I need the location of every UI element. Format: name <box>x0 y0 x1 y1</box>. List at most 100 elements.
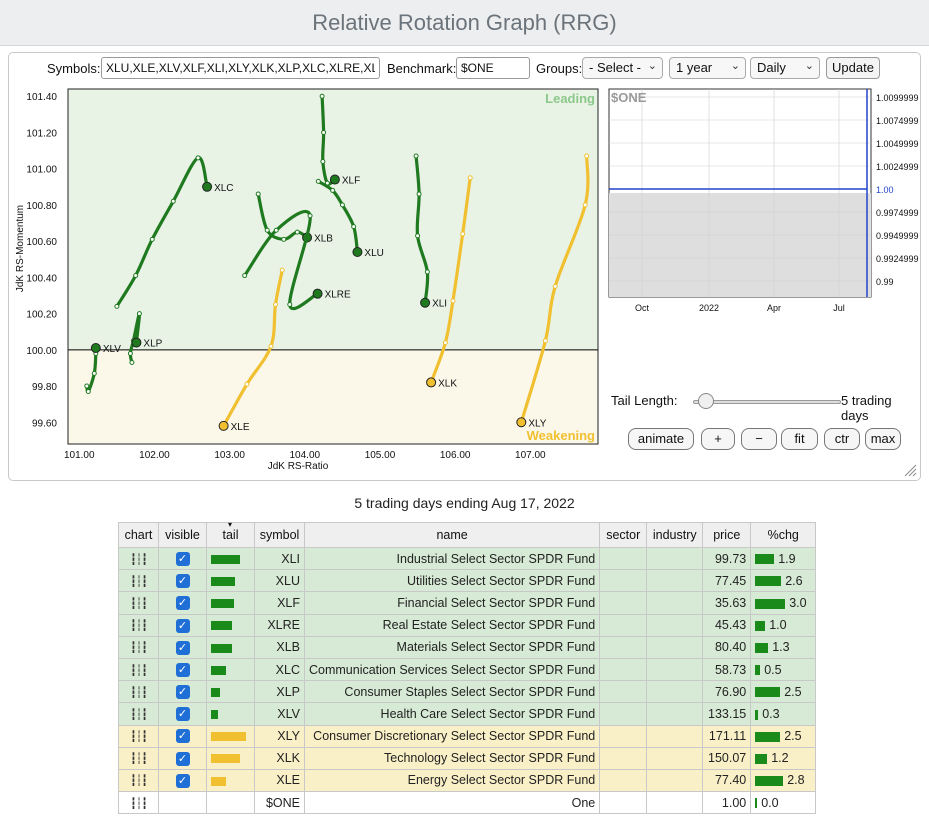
chart-cell[interactable]: ┇┆┇ <box>118 680 159 704</box>
head-point-xlf[interactable] <box>329 174 340 185</box>
animate-button[interactable]: animate <box>628 428 694 450</box>
table-row[interactable]: ┇┆┇ ✓ XLF Financial Select Sector SPDR Fund… <box>118 591 817 615</box>
chart-cell[interactable]: ┇┆┇ <box>118 613 159 637</box>
col-header-symbol[interactable]: symbol <box>254 522 305 548</box>
candlestick-chart-icon[interactable]: ┇┆┇ <box>130 731 148 743</box>
tail-length-slider-handle[interactable] <box>698 393 714 409</box>
chart-cell[interactable]: ┇┆┇ <box>118 768 159 793</box>
fit-button[interactable]: fit <box>781 428 818 450</box>
head-point-xlc[interactable] <box>202 181 213 192</box>
visible-cell[interactable]: ✓ <box>158 702 207 726</box>
col-header-industry[interactable]: industry <box>646 522 704 548</box>
visible-checkbox[interactable]: ✓ <box>175 751 190 766</box>
table-row[interactable]: ┇┆┇ ✓ XLV Health Care Select Sector SPDR Fu… <box>118 702 817 726</box>
visible-cell[interactable] <box>158 791 207 815</box>
visible-checkbox[interactable]: ✓ <box>175 551 190 566</box>
chart-cell[interactable]: ┇┆┇ <box>118 591 159 615</box>
visible-cell[interactable]: ✓ <box>158 657 207 682</box>
visible-checkbox[interactable]: ✓ <box>175 773 190 788</box>
head-point-xlre[interactable] <box>312 288 323 299</box>
candlestick-chart-icon[interactable]: ┇┆┇ <box>130 598 148 610</box>
table-row[interactable]: ┇┆┇ ✓ XLE Energy Select Sector SPDR Fund 77.… <box>118 768 817 793</box>
visible-cell[interactable]: ✓ <box>158 613 207 637</box>
visible-cell[interactable]: ✓ <box>158 724 207 748</box>
symbol-cell[interactable]: XLV <box>254 702 305 726</box>
table-row[interactable]: ┇┆┇ ✓ XLP Consumer Staples Select Sector SP… <box>118 680 817 704</box>
visible-checkbox[interactable]: ✓ <box>175 685 190 700</box>
head-point-xlk[interactable] <box>426 377 437 388</box>
symbol-cell[interactable]: XLI <box>254 546 305 571</box>
col-header-tail[interactable]: ▾ tail <box>206 520 255 548</box>
table-row[interactable]: ┇┆┇ ✓ XLK Technology Select Sector SPDR Fun… <box>118 746 817 770</box>
visible-cell[interactable]: ✓ <box>158 746 207 770</box>
zoom-out-button[interactable]: − <box>741 428 777 450</box>
visible-checkbox[interactable]: ✓ <box>175 596 190 611</box>
chart-cell[interactable]: ┇┆┇ <box>118 657 159 682</box>
head-point-xle[interactable] <box>218 420 229 431</box>
table-row[interactable]: ┇┆┇ ✓ XLU Utilities Select Sector SPDR Fund… <box>118 569 817 593</box>
visible-cell[interactable]: ✓ <box>158 635 207 659</box>
visible-checkbox[interactable]: ✓ <box>175 618 190 633</box>
symbol-cell[interactable]: XLP <box>254 680 305 704</box>
visible-checkbox[interactable]: ✓ <box>175 662 190 677</box>
head-point-xlu[interactable] <box>352 247 363 258</box>
candlestick-chart-icon[interactable]: ┇┆┇ <box>130 709 148 721</box>
table-row[interactable]: ┇┆┇ ✓ XLB Materials Select Sector SPDR Fund… <box>118 635 817 659</box>
max-button[interactable]: max <box>865 428 901 450</box>
tail-length-slider[interactable] <box>693 400 841 404</box>
visible-cell[interactable]: ✓ <box>158 680 207 704</box>
symbol-cell[interactable]: $ONE <box>254 791 305 815</box>
chart-cell[interactable]: ┇┆┇ <box>118 569 159 593</box>
symbol-cell[interactable]: XLB <box>254 635 305 659</box>
col-header-price[interactable]: price <box>702 522 752 548</box>
table-row[interactable]: ┇┆┇ $ONE One 1.00 0.0 <box>118 791 817 815</box>
visible-checkbox[interactable]: ✓ <box>175 640 190 655</box>
col-header-visible[interactable]: visible <box>158 522 207 548</box>
chart-cell[interactable]: ┇┆┇ <box>118 546 159 571</box>
symbol-cell[interactable]: XLF <box>254 591 305 615</box>
chart-cell[interactable]: ┇┆┇ <box>118 724 159 748</box>
symbol-cell[interactable]: XLRE <box>254 613 305 637</box>
rrg-graph[interactable]: Leading Weakening 101.00 102.00 103.00 104.00… <box>9 53 920 480</box>
symbol-cell[interactable]: XLK <box>254 746 305 770</box>
table-row[interactable]: ┇┆┇ ✓ XLY Consumer Discretionary Select Sec… <box>118 724 817 748</box>
col-header-chart[interactable]: chart <box>118 522 159 548</box>
head-point-xlp[interactable] <box>131 337 142 348</box>
center-button[interactable]: ctr <box>824 428 860 450</box>
zoom-in-button[interactable]: + <box>701 428 735 450</box>
visible-cell[interactable]: ✓ <box>158 546 207 571</box>
col-header-name[interactable]: name <box>303 522 601 548</box>
symbol-cell[interactable]: XLU <box>254 569 305 593</box>
visible-cell[interactable]: ✓ <box>158 768 207 793</box>
candlestick-chart-icon[interactable]: ┇┆┇ <box>130 620 148 632</box>
head-point-xlv[interactable] <box>90 343 101 354</box>
chart-cell[interactable]: ┇┆┇ <box>118 791 159 815</box>
symbol-cell[interactable]: XLE <box>254 768 305 793</box>
chart-cell[interactable]: ┇┆┇ <box>118 746 159 770</box>
candlestick-chart-icon[interactable]: ┇┆┇ <box>130 642 148 654</box>
chart-cell[interactable]: ┇┆┇ <box>118 702 159 726</box>
table-row[interactable]: ┇┆┇ ✓ XLI Industrial Select Sector SPDR Fun… <box>118 546 817 571</box>
symbol-cell[interactable]: XLC <box>254 657 305 682</box>
candlestick-chart-icon[interactable]: ┇┆┇ <box>130 798 148 810</box>
head-point-xli[interactable] <box>420 297 431 308</box>
candlestick-chart-icon[interactable]: ┇┆┇ <box>130 753 148 765</box>
chart-cell[interactable]: ┇┆┇ <box>118 635 159 659</box>
candlestick-chart-icon[interactable]: ┇┆┇ <box>130 554 148 566</box>
table-row[interactable]: ┇┆┇ ✓ XLC Communication Services Select Sec… <box>118 657 817 682</box>
visible-checkbox[interactable]: ✓ <box>175 707 190 722</box>
col-header-sector[interactable]: sector <box>599 522 648 548</box>
col-header-chg[interactable]: %chg <box>750 522 817 548</box>
head-point-xly[interactable] <box>516 417 527 428</box>
visible-cell[interactable]: ✓ <box>158 569 207 593</box>
symbol-cell[interactable]: XLY <box>254 724 305 748</box>
visible-checkbox[interactable]: ✓ <box>175 729 190 744</box>
candlestick-chart-icon[interactable]: ┇┆┇ <box>130 687 148 699</box>
candlestick-chart-icon[interactable]: ┇┆┇ <box>130 775 148 787</box>
resize-handle-icon[interactable] <box>903 463 917 477</box>
visible-checkbox[interactable]: ✓ <box>175 574 190 589</box>
candlestick-chart-icon[interactable]: ┇┆┇ <box>130 665 148 677</box>
visible-cell[interactable]: ✓ <box>158 591 207 615</box>
table-row[interactable]: ┇┆┇ ✓ XLRE Real Estate Select Sector SPDR F… <box>118 613 817 637</box>
candlestick-chart-icon[interactable]: ┇┆┇ <box>130 576 148 588</box>
